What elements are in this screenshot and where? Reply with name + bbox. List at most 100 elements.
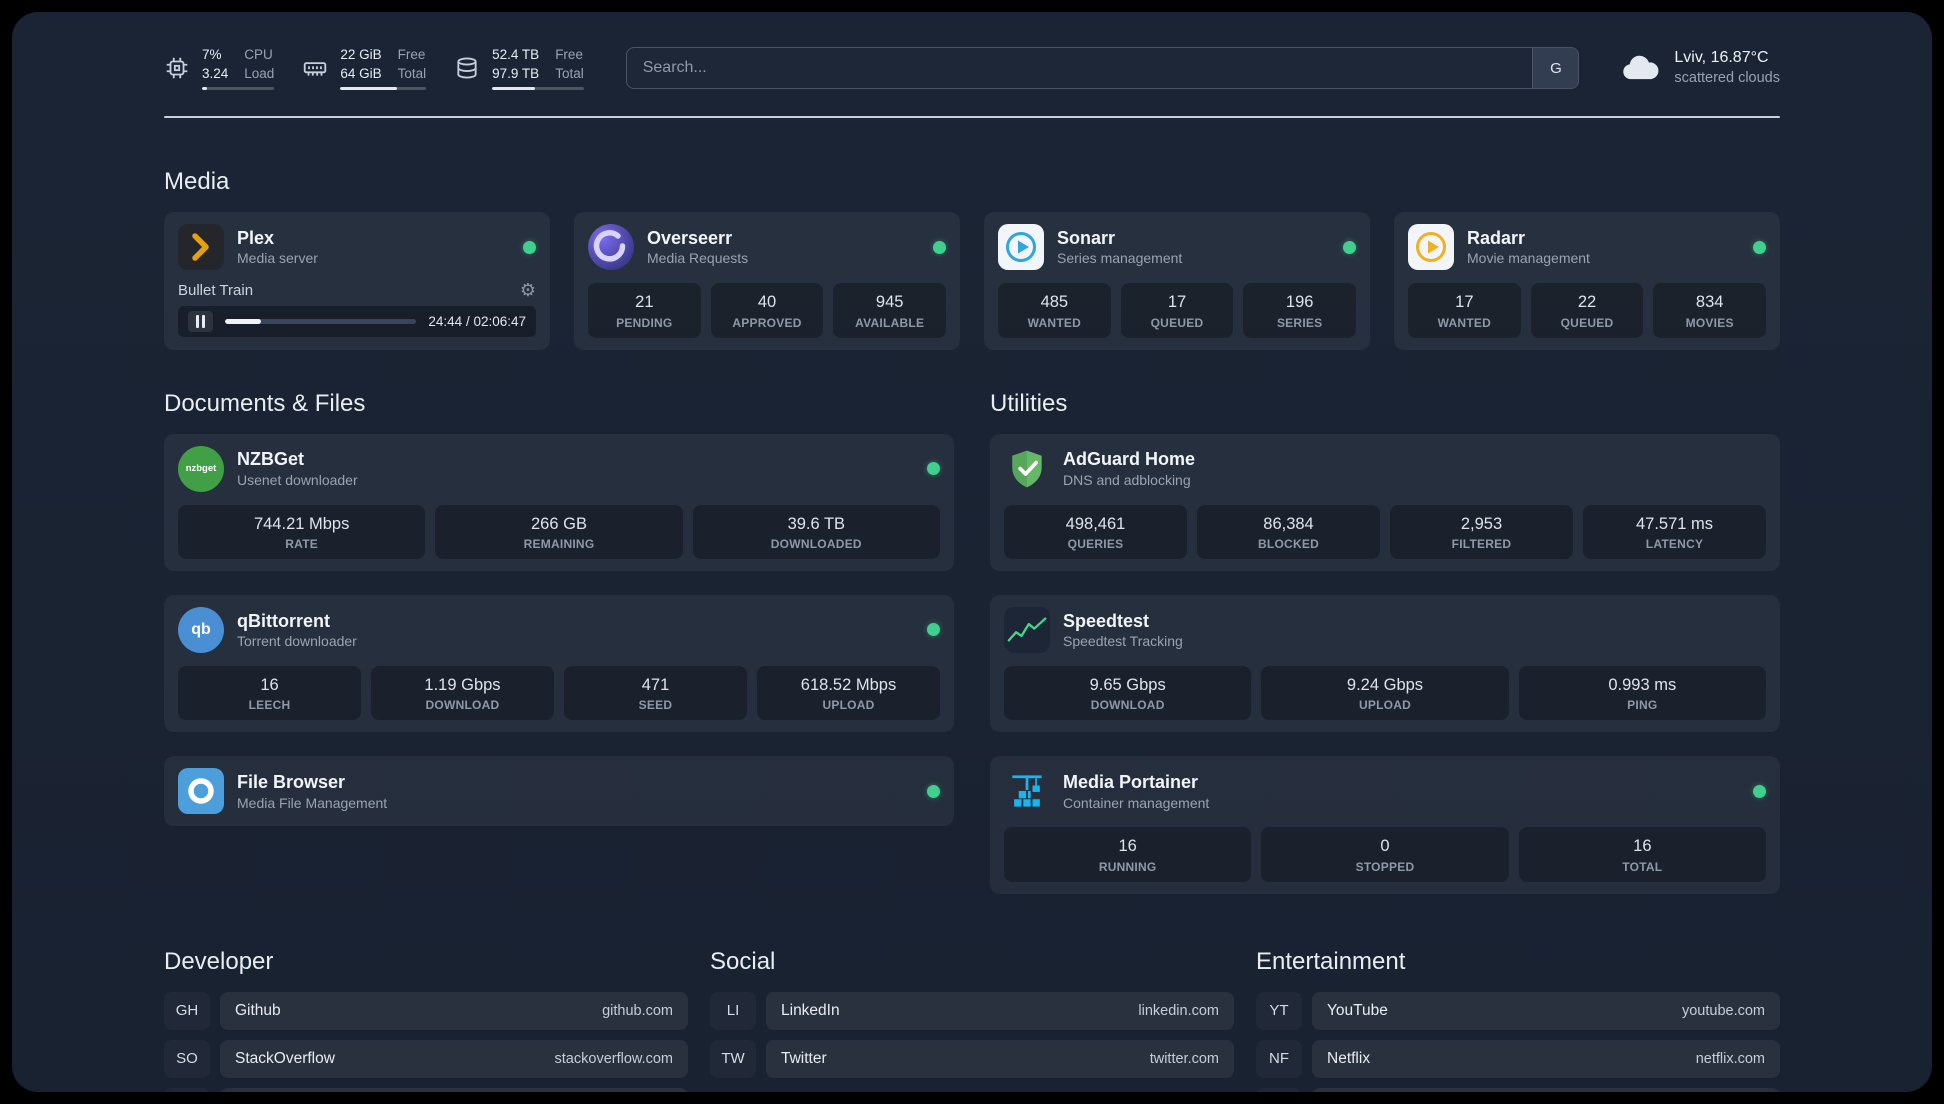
memory-total-label: Total [397, 65, 427, 81]
stat-block: 0.993 ms PING [1518, 665, 1766, 721]
stat-value: 498,461 [1065, 514, 1126, 533]
service-meta: NZBGet Usenet downloader [237, 448, 358, 489]
stat-label: PING [1627, 698, 1658, 713]
stat-block: 86,384 BLOCKED [1197, 504, 1380, 559]
filebrowser-icon [178, 768, 224, 815]
bookmark-dev[interactable]: DT DEV dev.to [164, 1087, 688, 1092]
qbittorrent-card-header: qb qBittorrent Torrent downloader [178, 606, 940, 653]
bookmark-abbr: RE [1256, 1088, 1302, 1092]
radarr-card[interactable]: Radarr Movie management 17 WANTED 22 QUE… [1394, 212, 1780, 350]
bookmark-name: Twitter [781, 1049, 827, 1067]
stat-label: RATE [285, 536, 319, 551]
cpu-usage-bar [202, 87, 275, 91]
bookmark-pill: DEV dev.to [220, 1087, 688, 1092]
status-dot [523, 240, 536, 254]
service-name: Speedtest [1063, 610, 1150, 631]
stat-label: AVAILABLE [855, 315, 925, 330]
playback-progress-bar [225, 319, 417, 325]
section-title-media: Media [164, 168, 230, 196]
disk-total-label: Total [555, 65, 584, 81]
status-dot [1753, 784, 1766, 798]
stat-value: 471 [641, 675, 670, 694]
bookmark-name: YouTube [1327, 1001, 1388, 1019]
overseerr-card[interactable]: Overseerr Media Requests 21 PENDING 40 A… [574, 212, 960, 350]
plex-card[interactable]: Plex Media server Bullet Train ⚙ 24:44 /… [164, 212, 550, 350]
bookmark-netflix[interactable]: NF Netflix netflix.com [1256, 1039, 1780, 1078]
service-meta: Sonarr Series management [1057, 227, 1182, 268]
stat-value: 196 [1285, 293, 1314, 312]
stat-label: DOWNLOAD [1090, 698, 1165, 713]
bookmark-linkedin[interactable]: LI LinkedIn linkedin.com [710, 991, 1234, 1030]
bookmark-url: twitter.com [1149, 1050, 1219, 1067]
disk-icon [457, 57, 477, 79]
stat-value: 39.6 TB [787, 514, 846, 533]
stat-block: 16 RUNNING [1004, 827, 1252, 882]
stat-label: WANTED [1437, 315, 1492, 330]
gear-icon[interactable]: ⚙ [520, 281, 536, 299]
bookmark-abbr: YT [1256, 992, 1302, 1030]
portainer-card[interactable]: Media Portainer Container management 16 … [990, 756, 1780, 894]
bookmark-youtube[interactable]: YT YouTube youtube.com [1256, 991, 1780, 1030]
stat-label: DOWNLOADED [770, 536, 862, 551]
stats-row: 744.21 Mbps RATE 266 GB REMAINING 39.6 T… [178, 504, 940, 559]
bookmark-pill: StackOverflow stackoverflow.com [220, 1039, 688, 1078]
qbittorrent-icon: qb [178, 606, 224, 653]
bookmark-abbr: GH [164, 992, 210, 1030]
bookmark-pill: Github github.com [220, 991, 688, 1030]
stat-label: PENDING [616, 315, 673, 330]
bookmark-reddit[interactable]: RE Reddit reddit.com [1256, 1087, 1780, 1092]
cpu-load: 3.24 [202, 65, 229, 81]
cpu-load-label: Load [244, 65, 275, 81]
stat-block: 744.21 Mbps RATE [178, 504, 426, 559]
stat-value: 40 [757, 293, 777, 312]
speedtest-card-header: Speedtest Speedtest Tracking [1004, 606, 1766, 653]
pause-button[interactable] [188, 311, 213, 333]
stat-value: 21 [635, 293, 654, 312]
stat-label: DOWNLOAD [425, 698, 500, 713]
stat-block: 47.571 ms LATENCY [1583, 504, 1766, 559]
service-name: Radarr [1467, 227, 1526, 248]
stat-value: 9.24 Gbps [1346, 675, 1424, 694]
now-playing-controls: 24:44 / 02:06:47 [178, 306, 536, 338]
memory-usage-bar [340, 87, 427, 91]
status-dot [927, 462, 940, 476]
filebrowser-card[interactable]: File Browser Media File Management [164, 756, 954, 827]
adguard-card-header: AdGuard Home DNS and adblocking [1004, 446, 1766, 492]
stat-value: 1.19 Gbps [424, 675, 501, 694]
stat-block: 17 WANTED [1408, 283, 1521, 338]
status-dot [933, 240, 946, 254]
adguard-icon [1004, 446, 1050, 492]
sonarr-card[interactable]: Sonarr Series management 485 WANTED 17 Q… [984, 212, 1370, 350]
stat-value: 0.993 ms [1608, 675, 1677, 694]
stat-label: UPLOAD [822, 698, 875, 713]
qbittorrent-card[interactable]: qb qBittorrent Torrent downloader 16 LEE… [164, 594, 954, 733]
search-provider-button[interactable]: G [1532, 48, 1579, 89]
bookmark-twitter[interactable]: TW Twitter twitter.com [710, 1039, 1234, 1078]
bookmark-github[interactable]: GH Github github.com [164, 991, 688, 1030]
service-subtitle: Media File Management [237, 794, 388, 811]
stat-block: 9.24 Gbps UPLOAD [1261, 665, 1509, 721]
stat-label: SERIES [1276, 315, 1323, 330]
bookmark-abbr: DT [164, 1088, 210, 1092]
service-name: qBittorrent [237, 610, 330, 631]
stat-block: 266 GB REMAINING [435, 504, 683, 559]
bookmark-abbr: TW [710, 1040, 756, 1078]
section-title-social: Social [710, 947, 776, 975]
nzbget-icon-text: nzbget [185, 463, 217, 475]
bookmark-stackoverflow[interactable]: SO StackOverflow stackoverflow.com [164, 1039, 688, 1078]
stat-block: 22 QUEUED [1530, 283, 1644, 338]
memory-icon [304, 62, 327, 76]
stat-block: 2,953 FILTERED [1390, 504, 1573, 559]
stats-row: 21 PENDING 40 APPROVED 945 AVAILABLE [588, 283, 947, 338]
nzbget-card[interactable]: nzbget NZBGet Usenet downloader 744.21 M… [164, 433, 954, 571]
overseerr-card-header: Overseerr Media Requests [588, 224, 946, 271]
stat-label: MOVIES [1685, 315, 1734, 330]
overseerr-icon [588, 224, 634, 271]
adguard-card[interactable]: AdGuard Home DNS and adblocking 498,461 … [990, 433, 1780, 571]
search-input[interactable] [626, 48, 1533, 89]
service-name: Media Portainer [1063, 772, 1199, 793]
stat-label: QUEUED [1150, 315, 1204, 330]
speedtest-card[interactable]: Speedtest Speedtest Tracking 9.65 Gbps D… [990, 594, 1780, 733]
qbittorrent-icon-text: qb [191, 620, 211, 638]
stat-label: LEECH [248, 698, 291, 713]
